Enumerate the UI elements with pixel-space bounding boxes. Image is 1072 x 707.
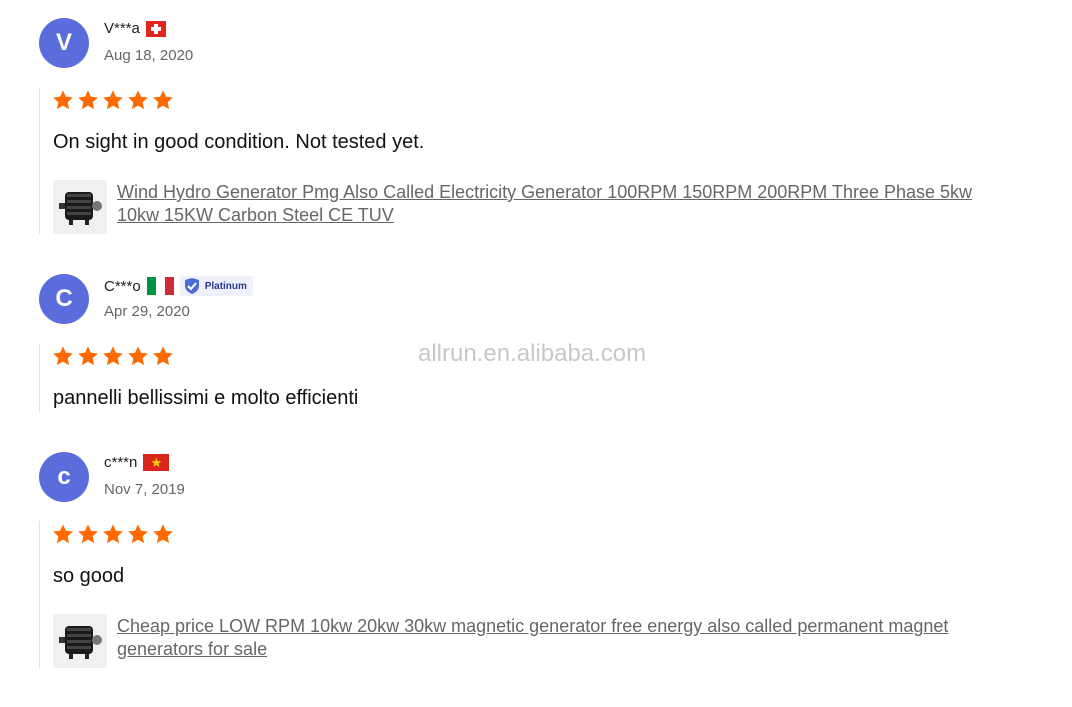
reviewer-name-row: c***n ★ — [104, 454, 170, 471]
reviewer-name-row: V***a — [104, 20, 166, 37]
product-link[interactable]: Wind Hydro Generator Pmg Also Called Ele… — [117, 181, 997, 227]
vietnam-flag-icon: ★ — [143, 454, 170, 471]
reviewer-name: V***a — [104, 20, 140, 37]
product-reference[interactable]: Cheap price LOW RPM 10kw 20kw 30kw magne… — [53, 614, 997, 668]
star-rating — [52, 345, 174, 367]
review-divider — [39, 343, 40, 413]
star-rating — [52, 89, 174, 111]
star-icon — [78, 524, 98, 544]
switzerland-flag-icon — [145, 20, 166, 37]
review-comment: pannelli bellissimi e molto efficienti — [53, 387, 359, 409]
star-icon — [103, 524, 123, 544]
star-icon — [128, 524, 148, 544]
review-comment: On sight in good condition. Not tested y… — [53, 131, 425, 153]
star-icon — [53, 346, 73, 366]
star-icon — [153, 346, 173, 366]
review-divider — [39, 87, 40, 234]
star-icon — [78, 90, 98, 110]
reviewer-name-row: C***o Platinum — [104, 276, 253, 296]
reviewer-name: C***o — [104, 277, 141, 295]
avatar: c — [39, 452, 89, 502]
reviewer-name: c***n — [104, 454, 138, 471]
product-link[interactable]: Cheap price LOW RPM 10kw 20kw 30kw magne… — [117, 615, 997, 661]
review-date: Aug 18, 2020 — [104, 47, 194, 64]
avatar: C — [39, 274, 89, 324]
avatar: V — [39, 18, 89, 68]
star-icon — [128, 346, 148, 366]
review-divider — [39, 521, 40, 668]
star-icon — [103, 90, 123, 110]
review-date: Nov 7, 2019 — [104, 481, 185, 498]
product-reference[interactable]: Wind Hydro Generator Pmg Also Called Ele… — [53, 180, 997, 234]
star-icon — [153, 524, 173, 544]
generator-thumbnail-icon[interactable] — [53, 180, 107, 234]
star-icon — [53, 90, 73, 110]
star-icon — [103, 346, 123, 366]
star-icon — [53, 524, 73, 544]
watermark: allrun.en.alibaba.com — [418, 340, 647, 367]
review-date: Apr 29, 2020 — [104, 303, 190, 320]
review-comment: so good — [53, 565, 125, 587]
star-icon — [128, 90, 148, 110]
platinum-badge: Platinum — [179, 276, 253, 296]
star-icon — [78, 346, 98, 366]
star-icon — [153, 90, 173, 110]
verified-shield-icon — [184, 278, 199, 294]
star-rating — [52, 523, 174, 545]
italy-flag-icon — [146, 277, 174, 295]
generator-thumbnail-icon[interactable] — [53, 614, 107, 668]
